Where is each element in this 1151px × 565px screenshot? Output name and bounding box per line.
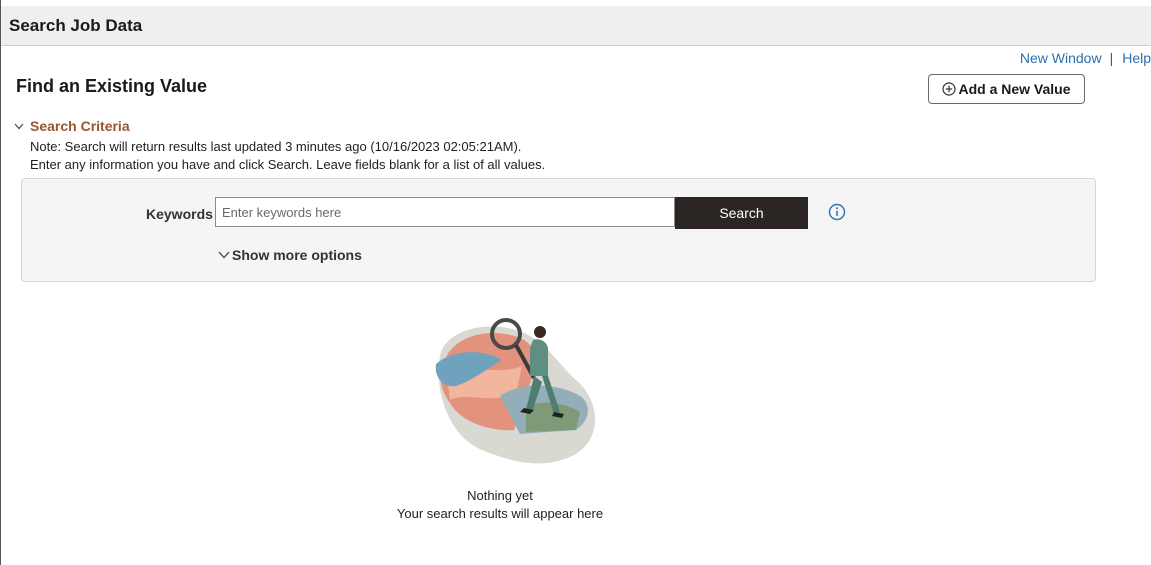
page-header-title: Search Job Data — [9, 16, 143, 35]
search-note-instructions: Enter any information you have and click… — [30, 157, 546, 172]
show-more-options-toggle[interactable]: Show more options — [218, 247, 362, 263]
page-left-border — [0, 0, 1, 565]
help-link[interactable]: Help — [1122, 50, 1151, 66]
chevron-down-icon — [14, 123, 24, 129]
search-button[interactable]: Search — [675, 197, 808, 229]
add-new-value-label: Add a New Value — [958, 81, 1071, 97]
empty-state-title: Nothing yet — [467, 488, 533, 503]
new-window-link[interactable]: New Window — [1020, 50, 1102, 66]
empty-state-subtitle: Your search results will appear here — [396, 506, 604, 521]
search-note-updated: Note: Search will return results last up… — [30, 139, 522, 154]
add-new-value-button[interactable]: Add a New Value — [928, 74, 1085, 104]
keywords-input[interactable] — [215, 197, 675, 227]
page-title: Find an Existing Value — [16, 76, 208, 96]
show-more-options-label: Show more options — [232, 247, 362, 263]
info-circle-icon[interactable] — [828, 203, 846, 226]
links-separator: | — [1109, 50, 1114, 66]
search-criteria-panel: Keywords Search Show more options — [21, 178, 1096, 282]
chevron-down-icon — [218, 251, 230, 259]
top-links: New Window | Help — [1020, 50, 1151, 66]
page-header-bar: Search Job Data — [1, 6, 1151, 46]
keywords-label: Keywords — [146, 206, 213, 222]
circle-plus-icon — [942, 82, 957, 96]
empty-state-illustration — [435, 318, 596, 464]
search-criteria-label: Search Criteria — [30, 118, 130, 134]
search-criteria-toggle[interactable]: Search Criteria — [14, 118, 130, 134]
